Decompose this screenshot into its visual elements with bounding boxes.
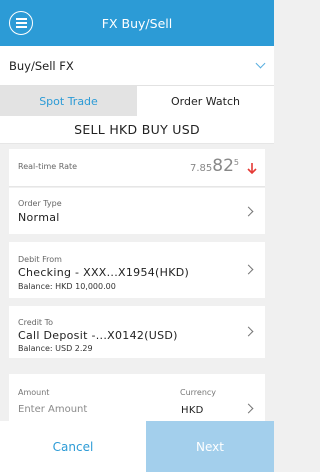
fx-type-selector[interactable]: Buy/Sell FX: [0, 46, 274, 86]
order-type-label: Order Type: [18, 199, 62, 208]
arrow-down-icon: [247, 163, 257, 174]
rate-prefix: 7.85: [190, 163, 213, 174]
tab-bar: Spot Trade Order Watch: [0, 86, 274, 116]
credit-balance: Balance: USD 2.29: [18, 344, 93, 353]
tab-order-watch[interactable]: Order Watch: [137, 86, 274, 116]
app-header: FX Buy/Sell: [0, 0, 274, 46]
debit-label: Debit From: [18, 255, 62, 264]
currency-value[interactable]: HKD: [181, 405, 204, 416]
debit-account: Checking - XXX...X1954(HKD): [18, 266, 190, 279]
chevron-right-icon: [243, 264, 254, 275]
tab-spot-trade[interactable]: Spot Trade: [0, 86, 137, 116]
trade-direction: SELL HKD BUY USD: [0, 116, 274, 144]
rate-fraction: 5: [233, 157, 239, 167]
currency-label: Currency: [180, 388, 217, 397]
amount-section: Amount Currency HKD: [9, 374, 265, 421]
amount-label: Amount: [18, 388, 50, 397]
next-button[interactable]: Next: [146, 421, 274, 472]
debit-balance: Balance: HKD 10,000.00: [18, 282, 116, 291]
cancel-button[interactable]: Cancel: [0, 421, 146, 472]
menu-icon[interactable]: [9, 11, 33, 35]
credit-label: Credit To: [18, 318, 54, 327]
order-type-field[interactable]: Order Type Normal: [9, 188, 265, 234]
chevron-right-icon: [243, 206, 254, 217]
chevron-down-icon: [255, 58, 266, 69]
order-type-value: Normal: [18, 211, 60, 224]
debit-account-field[interactable]: Debit From Checking - XXX...X1954(HKD) B…: [9, 242, 265, 298]
credit-account-field[interactable]: Credit To Call Deposit -...X0142(USD) Ba…: [9, 306, 265, 358]
rate-pips: 82: [212, 156, 234, 176]
amount-input[interactable]: [18, 402, 148, 416]
fx-type-label: Buy/Sell FX: [9, 58, 74, 73]
page-title: FX Buy/Sell: [101, 15, 173, 31]
chevron-right-icon[interactable]: [243, 403, 254, 414]
rate-value: 7.85825: [190, 156, 239, 176]
chevron-right-icon: [243, 326, 254, 337]
rate-label: Real-time Rate: [18, 162, 78, 171]
realtime-rate-row: Real-time Rate 7.85825: [9, 149, 265, 187]
credit-account: Call Deposit -...X0142(USD): [18, 329, 178, 342]
